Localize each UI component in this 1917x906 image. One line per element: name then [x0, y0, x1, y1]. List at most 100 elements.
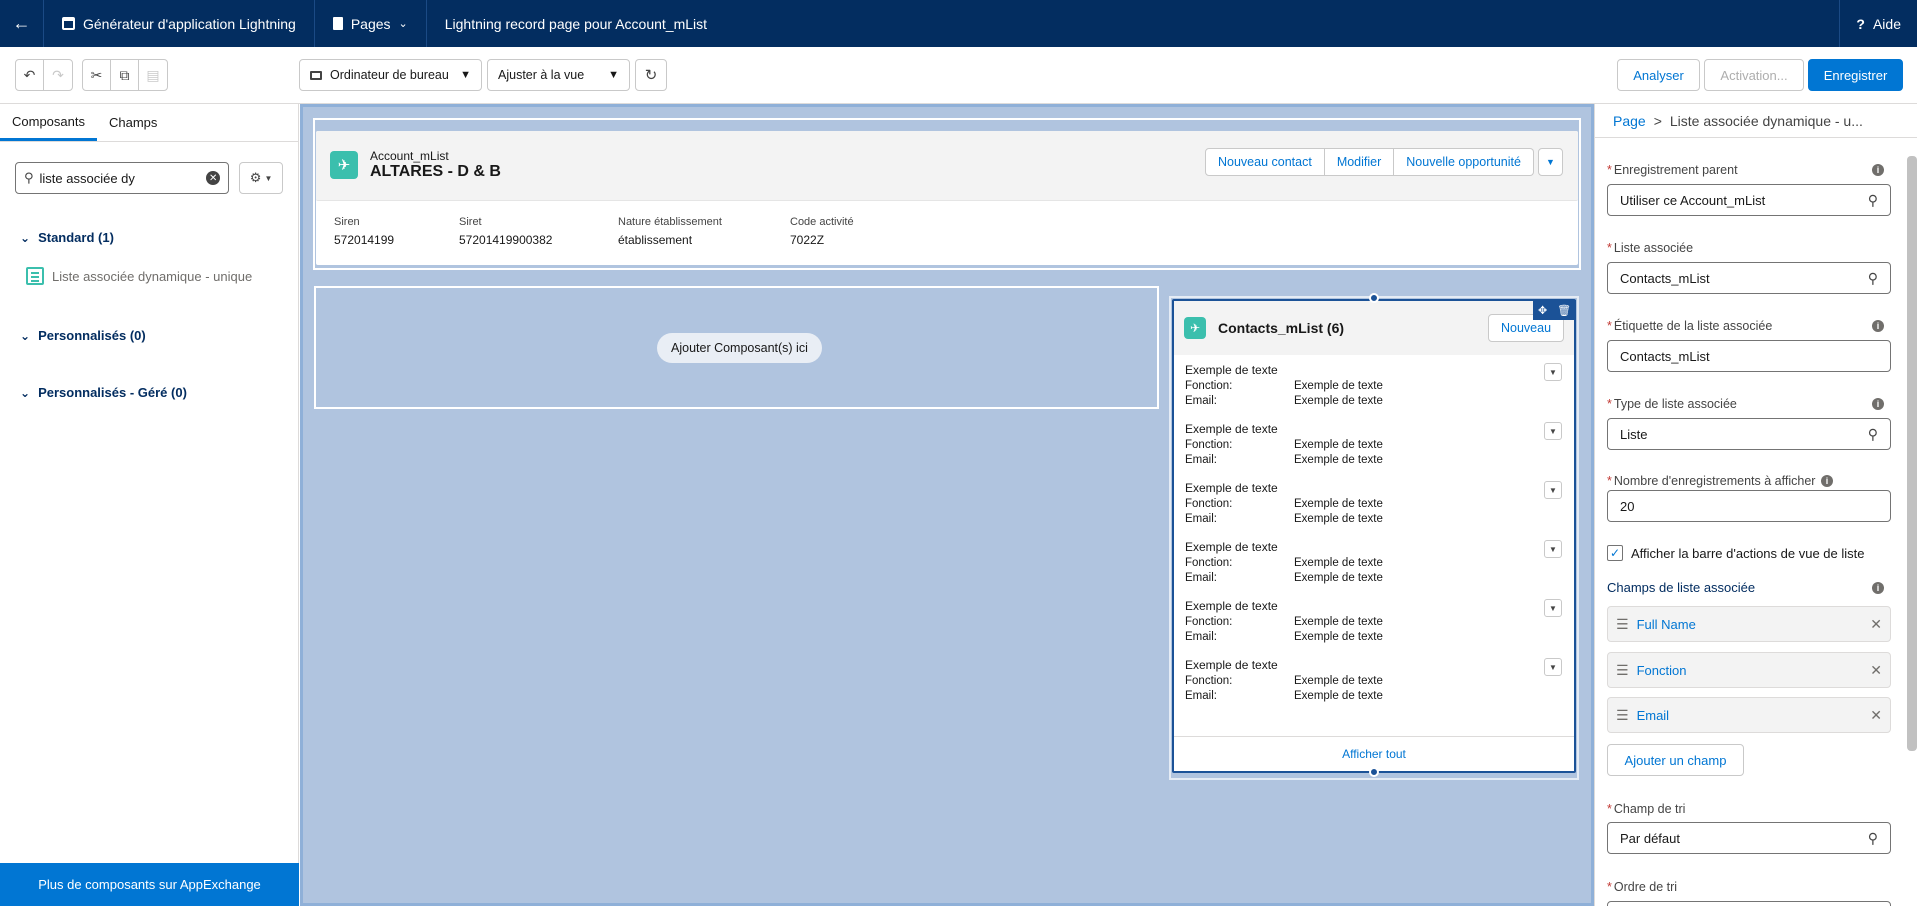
info-icon[interactable]: i — [1872, 582, 1884, 594]
resize-handle-top[interactable] — [1369, 293, 1379, 303]
sort-order-input[interactable] — [1607, 901, 1891, 906]
show-actions-checkbox-row[interactable]: ✓ Afficher la barre d'actions de vue de … — [1607, 545, 1865, 561]
row-field-value: Exemple de texte — [1294, 675, 1383, 687]
field-label: Siret — [459, 216, 482, 228]
component-item[interactable]: Liste associée dynamique - unique — [0, 267, 252, 285]
edit-button[interactable]: Modifier — [1324, 148, 1395, 176]
sort-field-value: Par défaut — [1620, 830, 1680, 846]
sort-field-label: * Champ de tri — [1607, 802, 1686, 816]
redo-icon[interactable]: ↷ — [44, 60, 72, 90]
appexchange-link[interactable]: Plus de composants sur AppExchange — [0, 863, 299, 906]
field-pill-fonction[interactable]: ☰ Fonction ✕ — [1607, 652, 1891, 688]
info-icon[interactable]: i — [1872, 398, 1884, 410]
view-all-link[interactable]: Afficher tout — [1342, 747, 1406, 761]
related-list-title-input[interactable]: Contacts_mList — [1607, 340, 1891, 372]
cut-icon[interactable]: ✂ — [83, 60, 111, 90]
related-list-title-value: Contacts_mList — [1620, 348, 1710, 364]
field-pill-full-name[interactable]: ☰ Full Name ✕ — [1607, 606, 1891, 642]
list-item: Exemple de texte Fonction: Exemple de tex… — [1174, 422, 1574, 481]
section-custom[interactable]: ⌄ Personnalisés (0) — [0, 328, 146, 343]
component-search-input[interactable]: ⚲ liste associée dy ✕ — [15, 162, 230, 194]
more-actions-button[interactable]: ▼ — [1537, 148, 1563, 176]
row-action-dropdown[interactable]: ▼ — [1544, 540, 1562, 558]
row-action-dropdown[interactable]: ▼ — [1544, 599, 1562, 617]
tab-components[interactable]: Composants — [0, 104, 97, 141]
info-icon[interactable]: i — [1821, 475, 1833, 487]
row-action-dropdown[interactable]: ▼ — [1544, 658, 1562, 676]
app-title-text: Générateur d'application Lightning — [83, 15, 296, 32]
trash-icon[interactable]: 🗑 — [1557, 304, 1571, 317]
add-field-button[interactable]: Ajouter un champ — [1607, 744, 1744, 776]
parent-record-label: * Enregistrement parent — [1607, 163, 1738, 177]
undo-redo-group: ↶ ↷ — [15, 59, 73, 91]
drag-handle-icon[interactable]: ☰ — [1616, 662, 1629, 679]
monitor-icon — [310, 70, 322, 80]
list-item: Exemple de texte Fonction: Exemple de tex… — [1174, 599, 1574, 658]
tab-fields[interactable]: Champs — [97, 104, 169, 141]
row-field-label: Fonction: — [1185, 380, 1233, 392]
sort-field-input[interactable]: Par défaut ⚲ — [1607, 822, 1891, 854]
back-button[interactable]: ← — [0, 0, 44, 47]
record-count-input[interactable]: 20 — [1607, 490, 1891, 522]
pages-menu-label: Pages — [350, 15, 391, 32]
field-pill-email[interactable]: ☰ Email ✕ — [1607, 697, 1891, 733]
device-select[interactable]: Ordinateur de bureau ▼ — [299, 59, 482, 91]
activation-button[interactable]: Activation... — [1704, 59, 1804, 91]
row-field-label: Fonction: — [1185, 557, 1233, 569]
drag-handle-icon[interactable]: ☰ — [1616, 707, 1629, 724]
pages-menu[interactable]: Pages ⌄ — [315, 0, 427, 47]
close-icon[interactable]: ✕ — [1870, 707, 1882, 724]
info-icon[interactable]: i — [1872, 320, 1884, 332]
field-siret: Siret 57201419900382 — [459, 216, 552, 247]
row-action-dropdown[interactable]: ▼ — [1544, 422, 1562, 440]
section-custom-title: Personnalisés (0) — [38, 328, 146, 343]
checkbox-checked-icon[interactable]: ✓ — [1607, 545, 1623, 561]
analyze-button[interactable]: Analyser — [1617, 59, 1700, 91]
related-list-label: * Liste associée — [1607, 241, 1694, 255]
breadcrumb-page-link[interactable]: Page — [1613, 113, 1646, 129]
clear-icon[interactable]: ✕ — [206, 171, 221, 185]
account-icon: ✈ — [330, 151, 358, 179]
field-label: Nature établissement — [618, 216, 722, 228]
sort-order-label: * Ordre de tri — [1607, 880, 1678, 894]
parent-record-input[interactable]: Utiliser ce Account_mList ⚲ — [1607, 184, 1891, 216]
paste-icon[interactable]: ▤ — [139, 60, 167, 90]
drag-handle-icon[interactable]: ☰ — [1616, 616, 1629, 633]
related-list-type-input[interactable]: Liste ⚲ — [1607, 418, 1891, 450]
new-contact-button[interactable]: Nouveau contact — [1205, 148, 1325, 176]
caret-down-icon: ▼ — [608, 69, 619, 81]
clipboard-group: ✂ ⧉ ▤ — [82, 59, 168, 91]
undo-icon[interactable]: ↶ — [16, 60, 44, 90]
info-icon[interactable]: i — [1872, 164, 1884, 176]
row-action-dropdown[interactable]: ▼ — [1544, 363, 1562, 381]
refresh-button[interactable]: ↻ — [635, 59, 667, 91]
add-component-here[interactable]: Ajouter Composant(s) ici — [657, 333, 822, 363]
close-icon[interactable]: ✕ — [1870, 616, 1882, 633]
field-label: Code activité — [790, 216, 854, 228]
row-field-1: Fonction: Exemple de texte — [1185, 557, 1574, 569]
resize-handle-bottom[interactable] — [1369, 767, 1379, 777]
chevron-down-icon: ⌄ — [20, 328, 31, 343]
arrow-left-icon: ← — [12, 13, 31, 33]
question-icon: ? — [1856, 15, 1865, 32]
row-title: Exemple de texte — [1185, 540, 1278, 554]
row-action-dropdown[interactable]: ▼ — [1544, 481, 1562, 499]
actions-group: Nouveau contact Modifier Nouvelle opport… — [1205, 148, 1563, 176]
copy-icon[interactable]: ⧉ — [111, 60, 139, 90]
row-field-1: Fonction: Exemple de texte — [1185, 380, 1574, 392]
close-icon[interactable]: ✕ — [1870, 662, 1882, 679]
related-list-title: Contacts_mList (6) — [1218, 320, 1345, 336]
related-list-input[interactable]: Contacts_mList ⚲ — [1607, 262, 1891, 294]
related-list-card[interactable]: ✈ Contacts_mList (6) Nouveau ✥ 🗑 Exemple… — [1172, 299, 1576, 773]
settings-menu-button[interactable]: ⚙ ▼ — [239, 162, 283, 194]
gear-icon: ⚙ — [249, 170, 262, 185]
new-opportunity-button[interactable]: Nouvelle opportunité — [1394, 148, 1534, 176]
properties-scrollbar[interactable] — [1907, 156, 1917, 751]
help-button[interactable]: ? Aide — [1839, 0, 1917, 47]
zoom-select[interactable]: Ajuster à la vue ▼ — [487, 59, 630, 91]
section-managed[interactable]: ⌄ Personnalisés - Géré (0) — [0, 385, 187, 400]
section-standard[interactable]: ⌄ Standard (1) — [0, 230, 114, 245]
save-button[interactable]: Enregistrer — [1808, 59, 1903, 91]
move-icon[interactable]: ✥ — [1538, 304, 1547, 317]
highlights-panel[interactable]: ✈ Account_mList ALTARES - D & B Nouveau … — [316, 131, 1578, 265]
